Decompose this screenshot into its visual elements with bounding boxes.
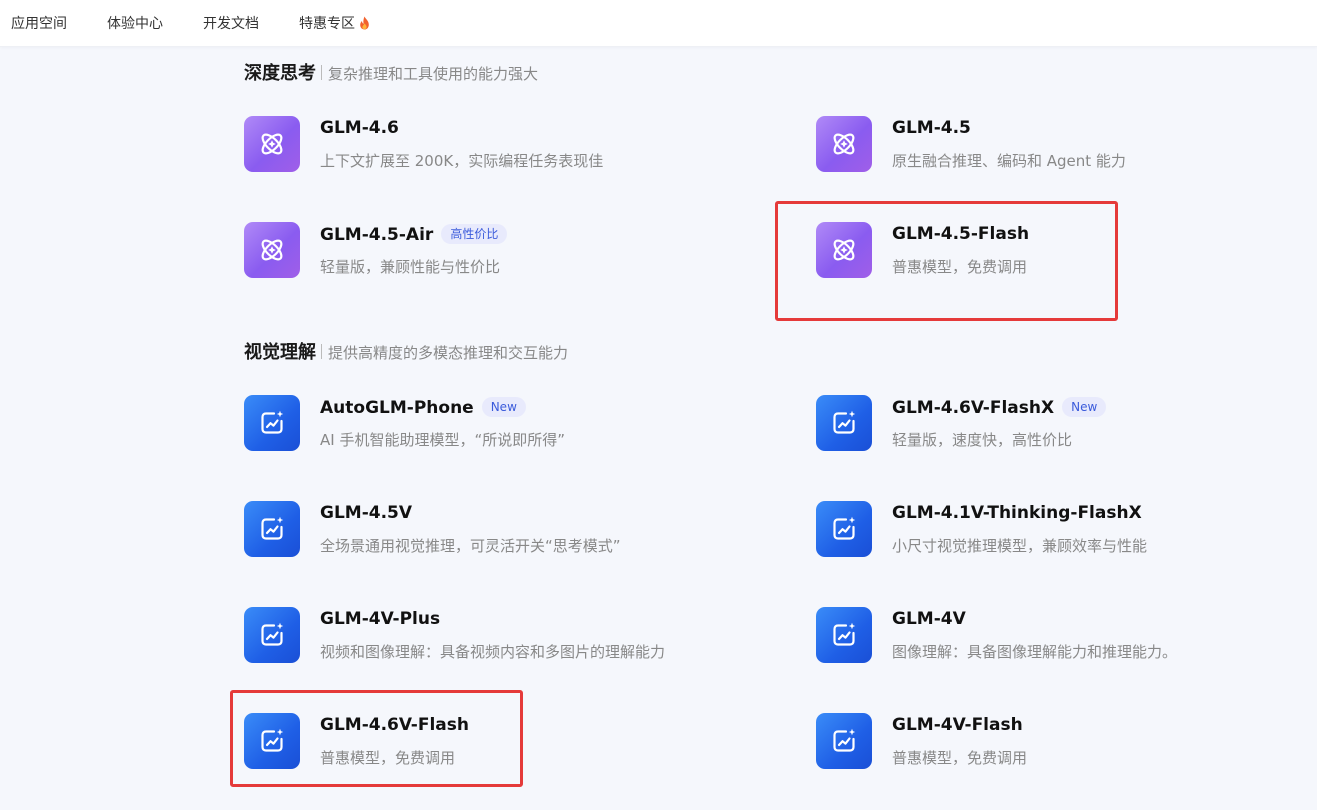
model-name: GLM-4V	[892, 609, 966, 629]
image-chart-icon	[244, 713, 300, 769]
model-name: GLM-4.5-Air	[320, 225, 434, 245]
model-card-glm-4-5[interactable]: GLM-4.5 原生融合推理、编码和 Agent 能力	[816, 116, 1286, 176]
nav-item-experience-center[interactable]: 体验中心	[107, 13, 163, 33]
model-desc: 普惠模型，免费调用	[892, 258, 1028, 276]
value-badge: 高性价比	[441, 224, 508, 244]
model-name: GLM-4.5	[892, 118, 971, 138]
section-title: 深度思考	[244, 63, 316, 84]
section-header-visual-understanding: 视觉理解 提供高精度的多模态推理和交互能力	[244, 338, 568, 364]
model-card-glm-4v[interactable]: GLM-4V 图像理解：具备图像理解能力和推理能力。	[816, 607, 1286, 667]
new-badge: New	[1062, 397, 1107, 417]
model-name: GLM-4.6V-Flash	[320, 715, 469, 735]
model-desc: 图像理解：具备图像理解能力和推理能力。	[892, 643, 1178, 661]
model-name-row: AutoGLM-Phone New	[320, 397, 526, 418]
atom-icon	[816, 222, 872, 278]
image-chart-icon	[244, 501, 300, 557]
model-name-row: GLM-4.6V-FlashX New	[892, 397, 1107, 418]
image-chart-icon	[816, 395, 872, 451]
section-subtitle: 复杂推理和工具使用的能力强大	[328, 65, 539, 83]
model-name: GLM-4V-Plus	[320, 609, 441, 629]
section-title: 视觉理解	[244, 342, 316, 363]
model-card-glm-4-6v-flashx[interactable]: GLM-4.6V-FlashX New 轻量版，速度快，高性价比	[816, 395, 1286, 455]
model-desc: AI 手机智能助理模型，“所说即所得”	[320, 431, 565, 449]
model-desc: 视频和图像理解：具备视频内容和多图片的理解能力	[320, 643, 666, 661]
image-chart-icon	[816, 501, 872, 557]
image-chart-icon	[816, 607, 872, 663]
model-desc: 轻量版，速度快，高性价比	[892, 431, 1073, 449]
model-desc: 轻量版，兼顾性能与性价比	[320, 258, 501, 276]
nav-item-special-offers-label: 特惠专区	[299, 16, 355, 32]
section-divider	[321, 344, 322, 359]
model-card-glm-4-6[interactable]: GLM-4.6 上下文扩展至 200K，实际编程任务表现佳	[244, 116, 714, 176]
image-chart-icon	[244, 395, 300, 451]
model-desc: 普惠模型，免费调用	[892, 749, 1028, 767]
new-badge: New	[481, 397, 526, 417]
model-desc: 小尺寸视觉推理模型，兼顾效率与性能	[892, 537, 1148, 555]
nav-item-app-space[interactable]: 应用空间	[11, 13, 67, 33]
model-card-glm-4-1v-thinking-flashx[interactable]: GLM-4.1V-Thinking-FlashX 小尺寸视觉推理模型，兼顾效率与…	[816, 501, 1286, 561]
nav-item-dev-docs[interactable]: 开发文档	[203, 13, 259, 33]
model-card-glm-4-5v[interactable]: GLM-4.5V 全场景通用视觉推理，可灵活开关“思考模式”	[244, 501, 714, 561]
model-name: GLM-4.6V-FlashX	[892, 398, 1055, 418]
image-chart-icon	[816, 713, 872, 769]
fire-icon	[360, 16, 369, 30]
model-desc: 原生融合推理、编码和 Agent 能力	[892, 152, 1126, 170]
model-card-glm-4-5-air[interactable]: GLM-4.5-Air 高性价比 轻量版，兼顾性能与性价比	[244, 222, 714, 282]
top-nav: 应用空间 体验中心 开发文档 特惠专区	[0, 0, 1317, 47]
model-name: GLM-4V-Flash	[892, 715, 1023, 735]
image-chart-icon	[244, 607, 300, 663]
section-header-deep-thinking: 深度思考 复杂推理和工具使用的能力强大	[244, 59, 538, 85]
model-desc: 全场景通用视觉推理，可灵活开关“思考模式”	[320, 537, 621, 555]
model-name: GLM-4.5-Flash	[892, 224, 1030, 244]
model-card-glm-4-6v-flash[interactable]: GLM-4.6V-Flash 普惠模型，免费调用	[244, 713, 714, 773]
atom-icon	[244, 222, 300, 278]
model-name: AutoGLM-Phone	[320, 398, 474, 418]
model-name-row: GLM-4.5-Air 高性价比	[320, 224, 508, 245]
model-desc: 普惠模型，免费调用	[320, 749, 456, 767]
atom-icon	[816, 116, 872, 172]
atom-icon	[244, 116, 300, 172]
model-desc: 上下文扩展至 200K，实际编程任务表现佳	[320, 152, 604, 170]
section-subtitle: 提供高精度的多模态推理和交互能力	[328, 344, 569, 362]
model-card-glm-4v-plus[interactable]: GLM-4V-Plus 视频和图像理解：具备视频内容和多图片的理解能力	[244, 607, 714, 667]
model-name: GLM-4.5V	[320, 503, 413, 523]
model-card-glm-4v-flash[interactable]: GLM-4V-Flash 普惠模型，免费调用	[816, 713, 1286, 773]
model-card-autoglm-phone[interactable]: AutoGLM-Phone New AI 手机智能助理模型，“所说即所得”	[244, 395, 714, 455]
model-card-glm-4-5-flash[interactable]: GLM-4.5-Flash 普惠模型，免费调用	[816, 222, 1286, 282]
model-name: GLM-4.6	[320, 118, 399, 138]
section-divider	[321, 65, 322, 80]
model-name: GLM-4.1V-Thinking-FlashX	[892, 503, 1142, 523]
nav-item-special-offers[interactable]: 特惠专区	[299, 13, 370, 33]
